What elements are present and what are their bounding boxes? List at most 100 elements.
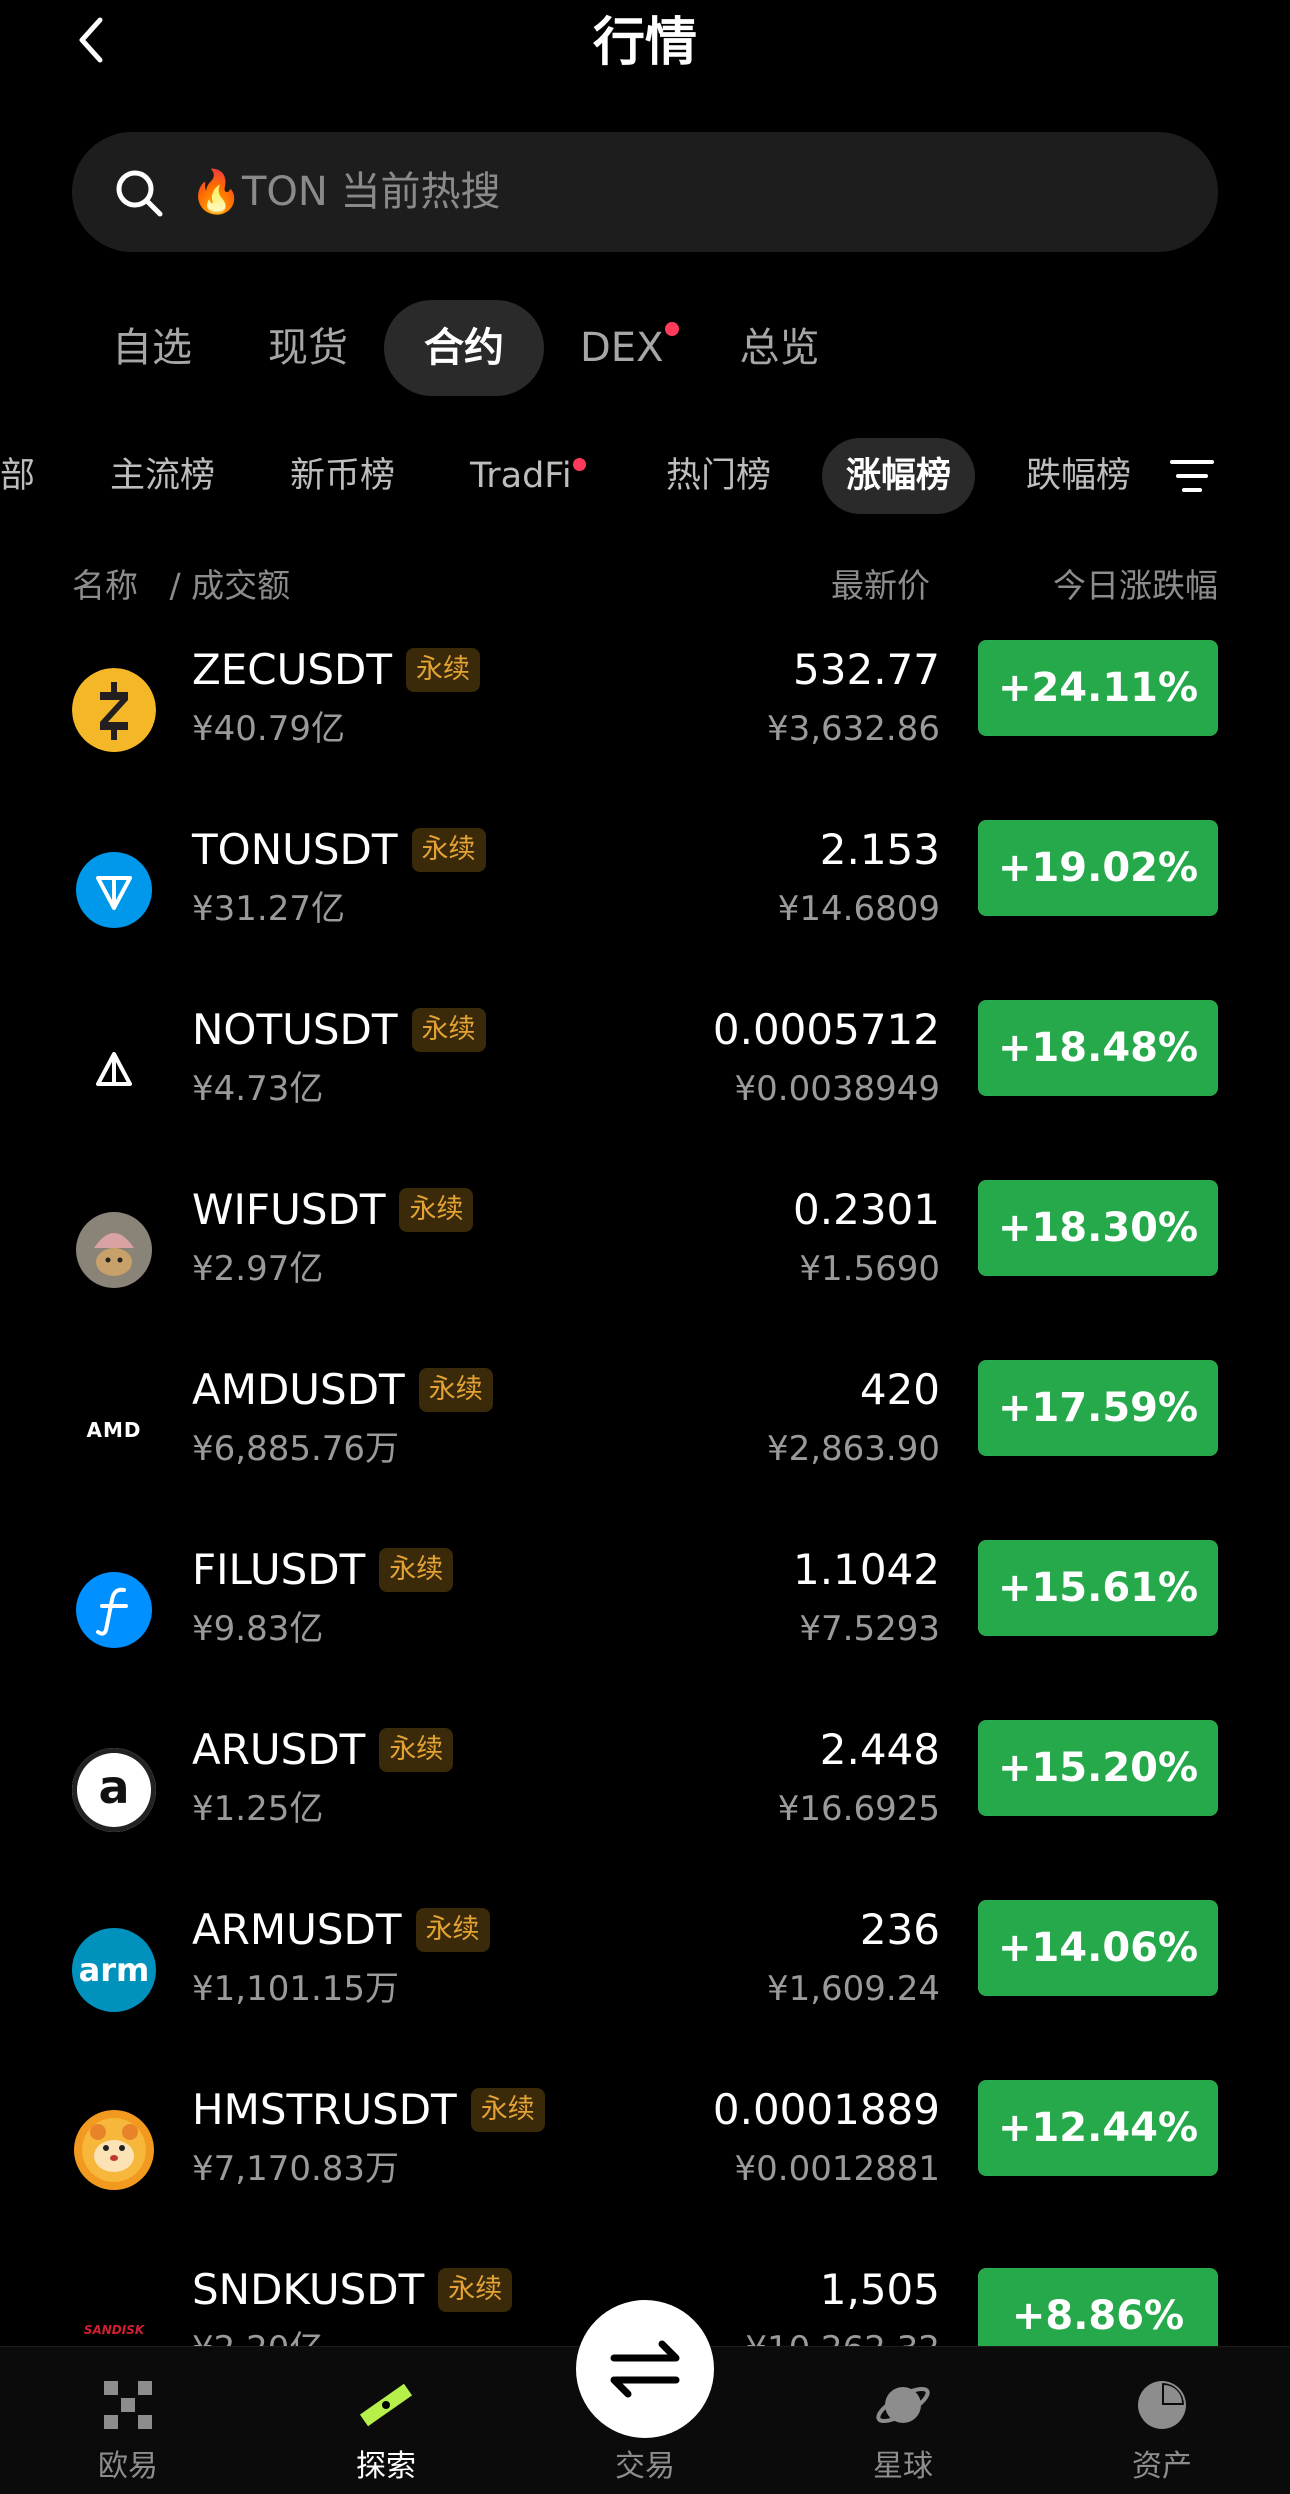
price-cny: ¥1,609.24	[766, 1969, 940, 2009]
symbol: HMSTRUSDT	[192, 2085, 457, 2134]
price-cny: ¥1.5690	[799, 1249, 940, 1289]
planet-icon	[876, 2386, 930, 2424]
search-icon	[116, 170, 163, 217]
nav-explore[interactable]: 探索	[306, 2347, 466, 2494]
perpetual-badge: 永续	[415, 1908, 490, 1952]
symbol: SNDKUSDT	[192, 2265, 425, 2314]
volume: ¥2.97亿	[192, 1249, 324, 1289]
last-price: 532.77	[793, 645, 940, 694]
volume: ¥7,170.83万	[192, 2149, 400, 2189]
amd-icon: AMD	[86, 1418, 142, 1442]
market-row[interactable]: arm ARMUSDT 永续 ¥1,101.15万 236 ¥1,609.24 +…	[0, 1900, 1290, 2080]
tab-futures[interactable]: 合约	[384, 300, 544, 396]
perpetual-badge: 永续	[399, 1188, 474, 1232]
perpetual-badge: 永续	[406, 648, 481, 692]
explore-icon	[359, 2383, 413, 2427]
change-percent: +24.11%	[978, 640, 1218, 736]
change-percent: +15.61%	[978, 1540, 1218, 1636]
hamster-icon	[74, 2110, 154, 2190]
trade-button[interactable]	[576, 2300, 714, 2438]
nav-okx[interactable]: 欧易	[48, 2347, 208, 2494]
subtab-losers[interactable]: 跌幅榜	[1026, 438, 1131, 514]
nav-planet[interactable]: 星球	[823, 2347, 983, 2494]
column-latest-price[interactable]: 最新价	[831, 560, 930, 612]
change-percent: +19.02%	[978, 820, 1218, 916]
volume: ¥1.25亿	[192, 1789, 324, 1829]
price-cny: ¥7.5293	[799, 1609, 940, 1649]
tab-dex[interactable]: DEX	[540, 300, 703, 396]
price-cny: ¥3,632.86	[766, 709, 940, 749]
last-price: 1,505	[819, 2265, 940, 2314]
symbol: ARMUSDT	[192, 1905, 402, 1954]
price-cny: ¥2,863.90	[766, 1429, 940, 1469]
notification-dot	[665, 322, 680, 336]
price-cny: ¥14.6809	[777, 889, 940, 929]
arweave-icon: a	[72, 1748, 156, 1832]
change-percent: +14.06%	[978, 1900, 1218, 1996]
subtab-all[interactable]: 部	[0, 438, 35, 514]
tab-overview[interactable]: 总览	[699, 300, 859, 396]
nav-assets[interactable]: 资产	[1082, 2347, 1242, 2494]
symbol: TONUSDT	[192, 825, 398, 874]
market-row[interactable]: AMD AMDUSDT 永续 ¥6,885.76万 420 ¥2,863.90 +…	[0, 1360, 1290, 1540]
change-percent: +15.20%	[978, 1720, 1218, 1816]
perpetual-badge: 永续	[379, 1548, 454, 1592]
symbol: WIFUSDT	[192, 1185, 386, 1234]
symbol: AMDUSDT	[192, 1365, 405, 1414]
page-title: 行情	[592, 13, 697, 73]
market-row[interactable]: FILUSDT 永续 ¥9.83亿 1.1042 ¥7.5293 +15.61%	[0, 1540, 1290, 1720]
last-price: 1.1042	[793, 1545, 940, 1594]
subtab-gainers[interactable]: 涨幅榜	[822, 438, 976, 514]
last-price: 0.0001889	[712, 2085, 940, 2134]
assets-pie-icon	[1138, 2381, 1186, 2429]
last-price: 420	[859, 1365, 940, 1414]
volume: ¥4.73亿	[192, 1069, 324, 1109]
last-price: 0.0005712	[712, 1005, 940, 1054]
symbol: NOTUSDT	[192, 1005, 398, 1054]
zcash-icon	[72, 668, 156, 752]
perpetual-badge: 永续	[438, 2268, 513, 2312]
subtab-new-coins[interactable]: 新币榜	[290, 438, 395, 514]
arm-icon: arm	[72, 1928, 156, 2012]
perpetual-badge: 永续	[418, 1368, 493, 1412]
price-cny: ¥0.0038949	[734, 1069, 941, 1109]
dogwifhat-icon	[76, 1212, 152, 1288]
perpetual-badge: 永续	[411, 1008, 486, 1052]
change-percent: +18.30%	[978, 1180, 1218, 1276]
notcoin-icon	[96, 1052, 132, 1086]
volume: ¥1,101.15万	[192, 1969, 400, 2009]
last-price: 2.153	[819, 825, 940, 874]
change-percent: +12.44%	[978, 2080, 1218, 2176]
last-price: 236	[859, 1905, 940, 1954]
filecoin-icon	[76, 1572, 152, 1648]
perpetual-badge: 永续	[379, 1728, 454, 1772]
market-row[interactable]: a ARUSDT 永续 ¥1.25亿 2.448 ¥16.6925 +15.20%	[0, 1720, 1290, 1900]
subtab-mainstream[interactable]: 主流榜	[110, 438, 215, 514]
subtab-hot[interactable]: 热门榜	[666, 438, 771, 514]
fire-icon: 🔥	[190, 167, 243, 216]
perpetual-badge: 永续	[411, 828, 486, 872]
subtab-tradfi[interactable]: TradFi	[470, 438, 586, 514]
swap-arrows-icon	[610, 2340, 680, 2398]
okx-icon	[104, 2381, 152, 2429]
change-percent: +17.59%	[978, 1360, 1218, 1456]
tab-spot[interactable]: 现货	[228, 300, 388, 396]
search-placeholder: TON 当前热搜	[242, 169, 501, 215]
volume: ¥9.83亿	[192, 1609, 324, 1649]
market-row[interactable]: ZECUSDT 永续 ¥40.79亿 532.77 ¥3,632.86 +24.1…	[0, 640, 1290, 820]
column-name-volume[interactable]: 名称 / 成交额	[72, 560, 290, 612]
market-row[interactable]: HMSTRUSDT 永续 ¥7,170.83万 0.0001889 ¥0.0012…	[0, 2080, 1290, 2260]
market-row[interactable]: TONUSDT 永续 ¥31.27亿 2.153 ¥14.6809 +19.02%	[0, 820, 1290, 1000]
column-daily-change[interactable]: 今日涨跌幅	[1053, 560, 1218, 612]
price-cny: ¥16.6925	[777, 1789, 940, 1829]
change-percent: +18.48%	[978, 1000, 1218, 1096]
market-row[interactable]: WIFUSDT 永续 ¥2.97亿 0.2301 ¥1.5690 +18.30%	[0, 1180, 1290, 1360]
symbol: FILUSDT	[192, 1545, 366, 1594]
ranking-tabs: 部 主流榜 新币榜 TradFi 热门榜 涨幅榜 跌幅榜	[0, 438, 1150, 518]
search-bar[interactable]: 🔥 TON 当前热搜	[72, 132, 1218, 252]
filter-icon[interactable]	[1168, 456, 1216, 496]
perpetual-badge: 永续	[470, 2088, 545, 2132]
tab-favorites[interactable]: 自选	[72, 300, 232, 396]
market-row[interactable]: NOTUSDT 永续 ¥4.73亿 0.0005712 ¥0.0038949 +1…	[0, 1000, 1290, 1180]
symbol: ARUSDT	[192, 1725, 366, 1774]
